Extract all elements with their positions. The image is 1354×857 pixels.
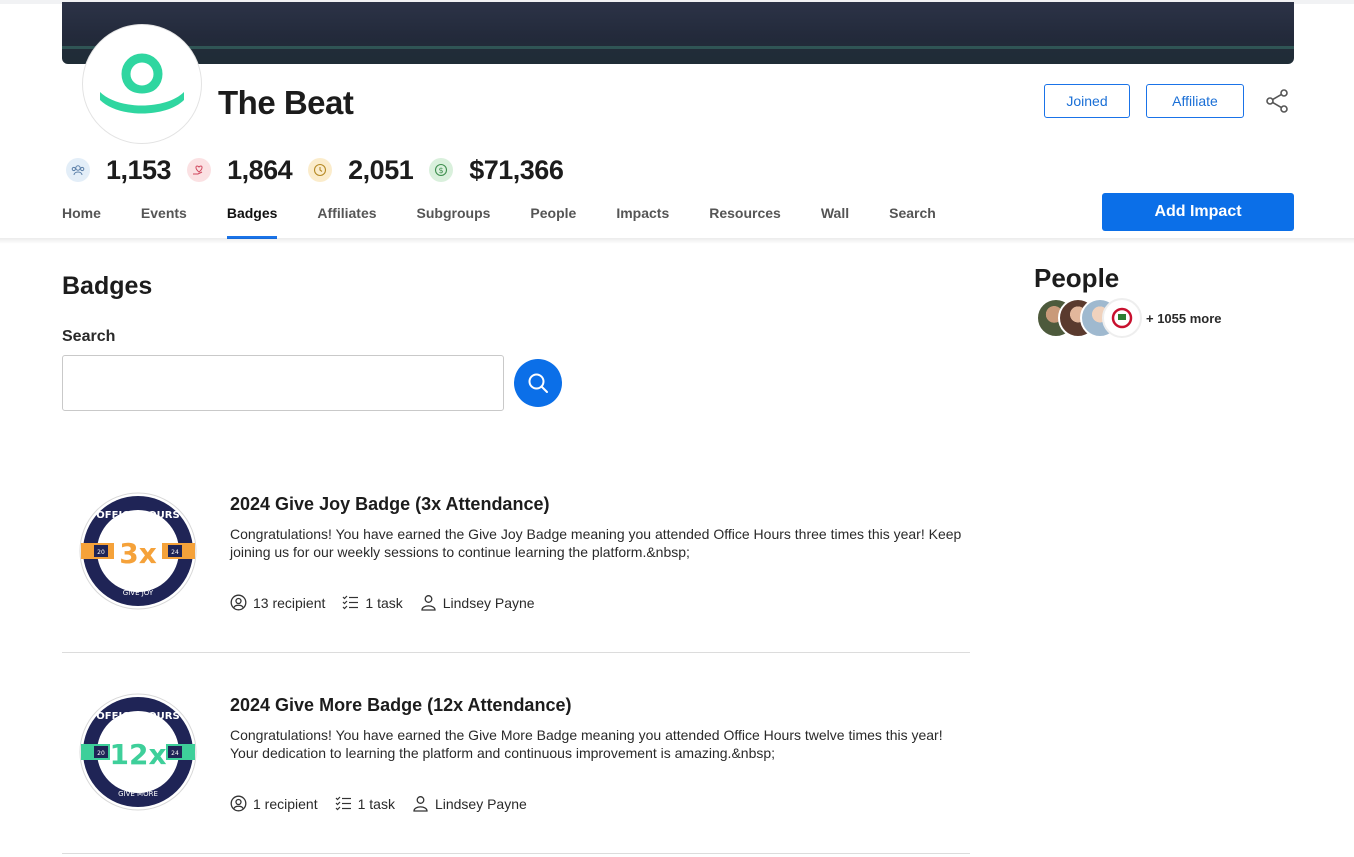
tab-resources[interactable]: Resources	[709, 196, 781, 239]
search-label: Search	[62, 328, 116, 345]
recipients-meta: 13 recipient	[230, 594, 325, 611]
recipients-count: 13 recipient	[253, 594, 326, 611]
share-icon[interactable]	[1264, 88, 1290, 114]
user-circle-icon	[230, 594, 247, 611]
tasks-count: 1 task	[365, 594, 403, 611]
stat-members-value: 1,153	[106, 154, 172, 185]
badge-item[interactable]: 20 24 12x OFFICE HOURS GIVE MORE 2024 Gi…	[62, 654, 970, 854]
tab-people[interactable]: People	[530, 196, 576, 239]
svg-text:$: $	[439, 166, 444, 175]
author-name[interactable]: Lindsey Payne	[443, 595, 535, 611]
search-icon	[528, 373, 548, 393]
user-circle-icon	[230, 795, 247, 812]
badge-emblem-top: OFFICE HOURS	[96, 510, 179, 521]
badge-item[interactable]: 20 24 3x OFFICE HOURS GIVE JOY 2024 Give…	[62, 453, 970, 653]
stat-hours: 2,051	[308, 154, 414, 186]
person-icon	[421, 595, 436, 611]
affiliate-button[interactable]: Affiliate	[1146, 84, 1244, 118]
tasks-meta: 1 task	[335, 795, 395, 812]
stat-dollars: $ $71,366	[429, 154, 564, 186]
recipients-count: 1 recipient	[253, 795, 318, 812]
tab-home[interactable]: Home	[62, 196, 101, 239]
badges-heading: Badges	[62, 272, 153, 300]
badge-emblem-bottom: GIVE JOY	[123, 589, 154, 597]
badge-title[interactable]: 2024 Give More Badge (12x Attendance)	[230, 695, 571, 716]
tab-wall[interactable]: Wall	[821, 196, 849, 239]
group-nav-tabs: Home Events Badges Affiliates Subgroups …	[62, 196, 976, 240]
person-icon	[413, 796, 428, 812]
badge-year-left: 20	[97, 750, 105, 757]
add-impact-button[interactable]: Add Impact	[1102, 193, 1294, 231]
tab-impacts[interactable]: Impacts	[616, 196, 669, 239]
dollar-icon: $	[429, 158, 454, 182]
stat-hours-value: 2,051	[348, 154, 414, 185]
tasks-count: 1 task	[357, 795, 395, 812]
brand-logo-icon	[100, 53, 184, 114]
tasks-meta: 1 task	[342, 594, 403, 611]
author-meta: Lindsey Payne	[420, 594, 535, 611]
stat-dollars-value: $71,366	[469, 154, 564, 185]
badge-emblem-icon: 20 24 3x OFFICE HOURS GIVE JOY	[79, 492, 197, 610]
tab-events[interactable]: Events	[141, 196, 187, 239]
group-stats: 1,153 1,864 2,051 $ $71,366	[66, 152, 579, 188]
heart-hand-icon	[187, 158, 212, 182]
checklist-icon	[335, 796, 351, 811]
tab-subgroups[interactable]: Subgroups	[417, 196, 491, 239]
group-logo	[82, 24, 202, 144]
badge-description: Congratulations! You have earned the Giv…	[230, 727, 943, 761]
people-heading: People	[1034, 263, 1120, 293]
members-icon	[66, 158, 90, 182]
people-more-count[interactable]: + 1055 more	[1146, 311, 1222, 326]
badge-year-right: 24	[171, 549, 179, 556]
tab-badges[interactable]: Badges	[226, 196, 277, 239]
badge-emblem-center: 12x	[109, 738, 166, 771]
people-avatars[interactable]	[1036, 298, 1146, 338]
badge-emblem-bottom: GIVE MORE	[118, 790, 158, 798]
author-meta: Lindsey Payne	[412, 795, 527, 812]
badge-description: Congratulations! You have earned the Giv…	[230, 526, 962, 560]
badge-year-left: 20	[97, 549, 105, 556]
badge-emblem-top: OFFICE HOURS	[96, 711, 179, 722]
avatar[interactable]	[1102, 298, 1142, 338]
org-logo-icon	[1111, 307, 1133, 329]
badge-emblem-icon: 20 24 12x OFFICE HOURS GIVE MORE	[79, 693, 197, 811]
stat-members: 1,153	[66, 154, 172, 186]
stat-likes: 1,864	[187, 154, 293, 186]
tab-affiliates[interactable]: Affiliates	[317, 196, 376, 239]
badge-emblem-center: 3x	[119, 537, 157, 570]
search-button[interactable]	[514, 359, 562, 407]
badge-meta: 1 recipient 1 task Lindsey Payne	[230, 795, 544, 812]
header-divider	[0, 238, 1354, 244]
clock-icon	[308, 158, 333, 182]
stat-likes-value: 1,864	[227, 154, 293, 185]
badge-title[interactable]: 2024 Give Joy Badge (3x Attendance)	[230, 494, 549, 515]
author-name[interactable]: Lindsey Payne	[435, 796, 527, 812]
tab-search[interactable]: Search	[889, 196, 936, 239]
recipients-meta: 1 recipient	[230, 795, 318, 812]
badge-year-right: 24	[171, 750, 179, 757]
checklist-icon	[342, 595, 359, 610]
joined-button[interactable]: Joined	[1044, 84, 1130, 118]
badge-search-input[interactable]	[62, 355, 504, 411]
badge-meta: 13 recipient 1 task Lindsey Payne	[230, 594, 552, 611]
cover-banner	[62, 2, 1294, 64]
group-title: The Beat	[218, 84, 354, 121]
